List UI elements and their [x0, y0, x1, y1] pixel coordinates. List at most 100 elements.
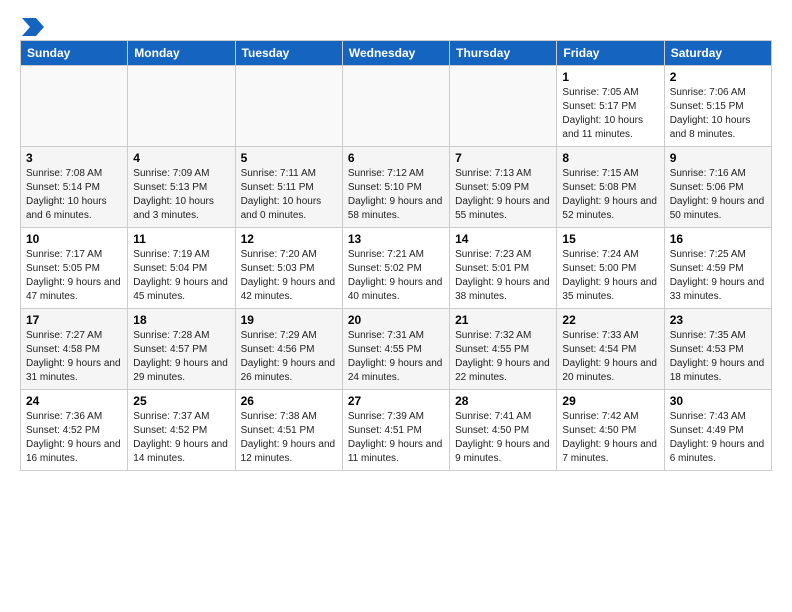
day-number: 27: [348, 394, 444, 408]
day-number: 5: [241, 151, 337, 165]
day-info: Sunrise: 7:17 AM Sunset: 5:05 PM Dayligh…: [26, 248, 122, 304]
day-info: Sunrise: 7:19 AM Sunset: 5:04 PM Dayligh…: [133, 248, 229, 304]
day-info: Sunrise: 7:33 AM Sunset: 4:54 PM Dayligh…: [562, 329, 658, 385]
day-number: 4: [133, 151, 229, 165]
calendar-cell: 26 Sunrise: 7:38 AM Sunset: 4:51 PM Dayli…: [235, 390, 342, 471]
day-number: 2: [670, 70, 766, 84]
calendar-cell: 21Sunrise: 7:32 AM Sunset: 4:55 PM Dayli…: [450, 309, 557, 390]
calendar-cell: 20 Sunrise: 7:31 AM Sunset: 4:55 PM Dayli…: [342, 309, 449, 390]
day-number: 29: [562, 394, 658, 408]
calendar-cell: 4 Sunrise: 7:09 AM Sunset: 5:13 PM Daylig…: [128, 147, 235, 228]
weekday-header: Tuesday: [235, 41, 342, 66]
logo-arrow-icon: [22, 18, 44, 36]
day-info: Sunrise: 7:23 AM Sunset: 5:01 PM Dayligh…: [455, 248, 551, 304]
day-number: 16: [670, 232, 766, 246]
calendar-cell: 16 Sunrise: 7:25 AM Sunset: 4:59 PM Dayli…: [664, 228, 771, 309]
day-number: 1: [562, 70, 658, 84]
day-info: Sunrise: 7:16 AM Sunset: 5:06 PM Dayligh…: [670, 167, 766, 223]
header: [20, 16, 772, 30]
day-info: Sunrise: 7:37 AM Sunset: 4:52 PM Dayligh…: [133, 410, 229, 466]
calendar-cell: 3 Sunrise: 7:08 AM Sunset: 5:14 PM Daylig…: [21, 147, 128, 228]
calendar-cell: 12 Sunrise: 7:20 AM Sunset: 5:03 PM Dayli…: [235, 228, 342, 309]
calendar-cell: [21, 66, 128, 147]
day-info: Sunrise: 7:28 AM Sunset: 4:57 PM Dayligh…: [133, 329, 229, 385]
calendar-table: SundayMondayTuesdayWednesdayThursdayFrid…: [20, 40, 772, 471]
calendar-cell: 29 Sunrise: 7:42 AM Sunset: 4:50 PM Dayli…: [557, 390, 664, 471]
day-info: Sunrise: 7:31 AM Sunset: 4:55 PM Dayligh…: [348, 329, 444, 385]
calendar-cell: 8Sunrise: 7:15 AM Sunset: 5:08 PM Daylig…: [557, 147, 664, 228]
calendar-cell: 14 Sunrise: 7:23 AM Sunset: 5:01 PM Dayli…: [450, 228, 557, 309]
day-info: Sunrise: 7:29 AM Sunset: 4:56 PM Dayligh…: [241, 329, 337, 385]
day-info: Sunrise: 7:41 AM Sunset: 4:50 PM Dayligh…: [455, 410, 551, 466]
day-number: 23: [670, 313, 766, 327]
day-info: Sunrise: 7:08 AM Sunset: 5:14 PM Dayligh…: [26, 167, 122, 223]
day-number: 26: [241, 394, 337, 408]
calendar-cell: 15Sunrise: 7:24 AM Sunset: 5:00 PM Dayli…: [557, 228, 664, 309]
calendar-cell: 13 Sunrise: 7:21 AM Sunset: 5:02 PM Dayli…: [342, 228, 449, 309]
day-number: 22: [562, 313, 658, 327]
weekday-header: Friday: [557, 41, 664, 66]
weekday-header: Wednesday: [342, 41, 449, 66]
day-info: Sunrise: 7:42 AM Sunset: 4:50 PM Dayligh…: [562, 410, 658, 466]
weekday-header: Saturday: [664, 41, 771, 66]
calendar-week-row: 1Sunrise: 7:05 AM Sunset: 5:17 PM Daylig…: [21, 66, 772, 147]
calendar-cell: [450, 66, 557, 147]
day-info: Sunrise: 7:43 AM Sunset: 4:49 PM Dayligh…: [670, 410, 766, 466]
calendar-cell: 23 Sunrise: 7:35 AM Sunset: 4:53 PM Dayli…: [664, 309, 771, 390]
day-number: 6: [348, 151, 444, 165]
day-number: 10: [26, 232, 122, 246]
day-number: 3: [26, 151, 122, 165]
calendar-cell: 25 Sunrise: 7:37 AM Sunset: 4:52 PM Dayli…: [128, 390, 235, 471]
day-info: Sunrise: 7:35 AM Sunset: 4:53 PM Dayligh…: [670, 329, 766, 385]
day-info: Sunrise: 7:39 AM Sunset: 4:51 PM Dayligh…: [348, 410, 444, 466]
day-number: 14: [455, 232, 551, 246]
calendar-cell: 27 Sunrise: 7:39 AM Sunset: 4:51 PM Dayli…: [342, 390, 449, 471]
day-info: Sunrise: 7:38 AM Sunset: 4:51 PM Dayligh…: [241, 410, 337, 466]
day-number: 19: [241, 313, 337, 327]
calendar-cell: 11 Sunrise: 7:19 AM Sunset: 5:04 PM Dayli…: [128, 228, 235, 309]
calendar-cell: 22 Sunrise: 7:33 AM Sunset: 4:54 PM Dayli…: [557, 309, 664, 390]
day-info: Sunrise: 7:27 AM Sunset: 4:58 PM Dayligh…: [26, 329, 122, 385]
calendar-cell: 17 Sunrise: 7:27 AM Sunset: 4:58 PM Dayli…: [21, 309, 128, 390]
calendar-cell: 6 Sunrise: 7:12 AM Sunset: 5:10 PM Daylig…: [342, 147, 449, 228]
day-number: 20: [348, 313, 444, 327]
day-number: 11: [133, 232, 229, 246]
day-info: Sunrise: 7:09 AM Sunset: 5:13 PM Dayligh…: [133, 167, 229, 223]
day-info: Sunrise: 7:15 AM Sunset: 5:08 PM Dayligh…: [562, 167, 658, 223]
weekday-header: Sunday: [21, 41, 128, 66]
calendar-cell: 7 Sunrise: 7:13 AM Sunset: 5:09 PM Daylig…: [450, 147, 557, 228]
day-number: 24: [26, 394, 122, 408]
calendar-cell: 18 Sunrise: 7:28 AM Sunset: 4:57 PM Dayli…: [128, 309, 235, 390]
calendar-header-row: SundayMondayTuesdayWednesdayThursdayFrid…: [21, 41, 772, 66]
day-info: Sunrise: 7:36 AM Sunset: 4:52 PM Dayligh…: [26, 410, 122, 466]
weekday-header: Thursday: [450, 41, 557, 66]
calendar-cell: 28Sunrise: 7:41 AM Sunset: 4:50 PM Dayli…: [450, 390, 557, 471]
calendar-cell: 5 Sunrise: 7:11 AM Sunset: 5:11 PM Daylig…: [235, 147, 342, 228]
calendar-cell: 24 Sunrise: 7:36 AM Sunset: 4:52 PM Dayli…: [21, 390, 128, 471]
calendar-week-row: 24 Sunrise: 7:36 AM Sunset: 4:52 PM Dayli…: [21, 390, 772, 471]
day-info: Sunrise: 7:06 AM Sunset: 5:15 PM Dayligh…: [670, 86, 766, 142]
calendar-week-row: 17 Sunrise: 7:27 AM Sunset: 4:58 PM Dayli…: [21, 309, 772, 390]
calendar-week-row: 3 Sunrise: 7:08 AM Sunset: 5:14 PM Daylig…: [21, 147, 772, 228]
day-number: 13: [348, 232, 444, 246]
calendar-cell: 19 Sunrise: 7:29 AM Sunset: 4:56 PM Dayli…: [235, 309, 342, 390]
calendar-cell: 9Sunrise: 7:16 AM Sunset: 5:06 PM Daylig…: [664, 147, 771, 228]
day-info: Sunrise: 7:13 AM Sunset: 5:09 PM Dayligh…: [455, 167, 551, 223]
day-number: 12: [241, 232, 337, 246]
calendar-week-row: 10 Sunrise: 7:17 AM Sunset: 5:05 PM Dayli…: [21, 228, 772, 309]
day-number: 25: [133, 394, 229, 408]
day-number: 7: [455, 151, 551, 165]
day-info: Sunrise: 7:21 AM Sunset: 5:02 PM Dayligh…: [348, 248, 444, 304]
day-info: Sunrise: 7:11 AM Sunset: 5:11 PM Dayligh…: [241, 167, 337, 223]
day-info: Sunrise: 7:32 AM Sunset: 4:55 PM Dayligh…: [455, 329, 551, 385]
day-info: Sunrise: 7:25 AM Sunset: 4:59 PM Dayligh…: [670, 248, 766, 304]
day-info: Sunrise: 7:20 AM Sunset: 5:03 PM Dayligh…: [241, 248, 337, 304]
calendar-cell: [235, 66, 342, 147]
logo: [20, 16, 44, 30]
calendar-cell: [128, 66, 235, 147]
page: SundayMondayTuesdayWednesdayThursdayFrid…: [0, 0, 792, 481]
day-number: 18: [133, 313, 229, 327]
day-number: 17: [26, 313, 122, 327]
day-info: Sunrise: 7:12 AM Sunset: 5:10 PM Dayligh…: [348, 167, 444, 223]
day-number: 30: [670, 394, 766, 408]
